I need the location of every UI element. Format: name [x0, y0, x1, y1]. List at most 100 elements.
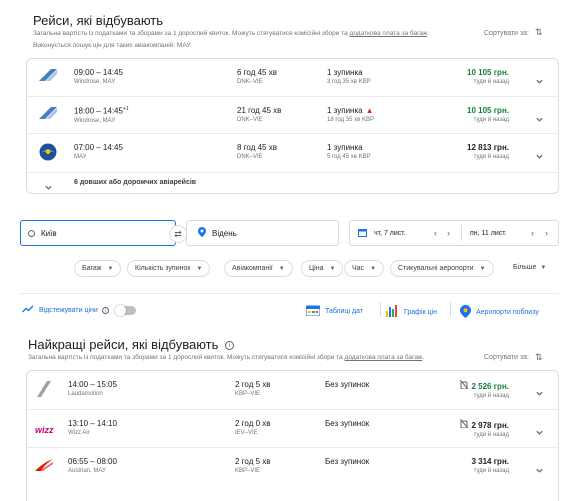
calendar-icon — [358, 228, 367, 239]
next-day-marker: +1 — [122, 106, 129, 112]
info-icon[interactable]: i — [225, 341, 235, 351]
filter-chip-label: Ціна — [309, 265, 324, 272]
flight-price: 10 105 грн. — [467, 106, 509, 115]
chevron-down-icon[interactable] — [535, 148, 544, 159]
flight-duration: 2 год 0 хв — [235, 419, 271, 428]
best-flights-card: 14:00 – 15:05 Laudamotion 2 год 5 хв KBP–VI… — [26, 370, 559, 501]
stops-cell: Без зупинок — [325, 419, 369, 428]
return-date: пн, 11 лист. — [470, 229, 507, 237]
stops-cell: Без зупинок — [325, 457, 369, 466]
duration-cell: 21 год 45 хв DNK–VIE — [237, 106, 281, 123]
chevron-down-icon[interactable] — [535, 385, 544, 396]
flight-duration: 2 год 5 хв — [235, 457, 271, 466]
price-note: туди й назад — [473, 468, 509, 474]
map-pin-icon — [460, 305, 471, 320]
more-flights-row[interactable]: 6 довших або дорожчих авіарейсів — [27, 172, 558, 194]
flight-row[interactable]: 09:00 – 14:45 Windrose, МАУ 6 год 45 хв DNK… — [27, 59, 558, 96]
caret-down-icon: ▼ — [479, 265, 486, 272]
more-filters-button[interactable]: Більше ▼ — [513, 264, 546, 271]
flight-row[interactable]: 14:00 – 15:05 Laudamotion 2 год 5 хв KBP–VI… — [27, 371, 558, 409]
chevron-down-icon[interactable] — [535, 462, 544, 473]
price-cell: 2 526 грн. туди й назад — [460, 379, 509, 399]
filter-chip[interactable]: Авіакомпанії ▼ — [224, 260, 293, 277]
airline-name: Wizz Air — [68, 430, 90, 436]
filter-chip[interactable]: Багаж ▼ — [74, 260, 122, 277]
stops-cell: 1 зупинка ▲ 18 год 35 хв KBP — [327, 106, 374, 123]
flight-row[interactable]: wizz 13:10 – 14:10 Wizz Air 2 год 0 хв IEV–V… — [27, 409, 558, 447]
caret-down-icon: ▼ — [278, 265, 285, 272]
next-depart-icon[interactable]: › — [447, 228, 450, 238]
price-cell: 12 813 грн. туди й назад — [467, 143, 509, 160]
duration-cell: 2 год 5 хв KBP–VIE — [235, 380, 271, 397]
swap-icon[interactable]: ⇄ — [169, 225, 187, 243]
flight-route: DNK–VIE — [237, 154, 263, 160]
best-section-title: Найкращі рейси, які відбувають i — [28, 337, 235, 352]
wizz-air-logo: wizz — [35, 425, 54, 435]
flight-row[interactable]: 07:00 – 14:45 МАУ 8 год 45 хв DNK–VIE 1 зупи… — [27, 133, 558, 170]
stops-cell: 1 зупинка 3 год 35 хв KBP — [327, 68, 371, 85]
mau-emblem-icon — [39, 143, 57, 166]
baggage-fee-link[interactable]: додаткова плата за багаж — [345, 354, 423, 361]
origin-field[interactable]: Київ — [20, 220, 176, 246]
nearby-airports-button[interactable]: Аеропорти поблизу — [460, 305, 539, 320]
next-return-icon[interactable]: › — [545, 228, 548, 238]
section-title: Рейси, які відбувають — [33, 13, 164, 28]
destination-field[interactable]: Відень — [186, 220, 339, 246]
track-prices-toggle-group: Відстежувати ціни i — [22, 304, 136, 316]
tool-divider — [450, 302, 451, 317]
price-graph-icon — [386, 305, 399, 319]
flight-price: 10 105 грн. — [467, 68, 509, 77]
stops-count: 1 зупинка — [327, 68, 363, 77]
flight-times-cell: 13:10 – 14:10 Wizz Air — [68, 419, 117, 436]
best-price-disclaimer: Загальна вартість із податками та зборам… — [28, 354, 425, 361]
flight-route: DNK–VIE — [237, 79, 263, 85]
sort-icon[interactable]: ⇅ — [535, 352, 543, 363]
filter-chip[interactable]: Ціна ▼ — [301, 260, 344, 277]
stops-count: Без зупинок — [325, 419, 370, 428]
flight-row[interactable]: 18:00 – 14:45+1 Windrose, МАУ 21 год 45 хв… — [27, 96, 558, 133]
mau-wing-icon — [39, 106, 57, 124]
flight-times: 18:00 – 14:45+1 — [74, 106, 129, 116]
flight-duration: 8 год 45 хв — [237, 143, 277, 152]
chevron-down-icon[interactable] — [535, 73, 544, 84]
airline-name: МАУ — [74, 154, 87, 160]
location-pin-icon — [198, 227, 206, 239]
date-grid-button[interactable]: Таблиці дат — [305, 305, 363, 318]
flight-price: 3 314 грн. — [471, 457, 509, 466]
date-grid-icon — [305, 305, 321, 318]
stops-cell: 1 зупинка 5 год 45 хв KBP — [327, 143, 371, 160]
flight-duration: 21 год 45 хв — [237, 106, 282, 115]
date-divider — [461, 225, 462, 241]
date-picker[interactable]: чт, 7 лист. ‹ › пн, 11 лист. ‹ › — [349, 220, 559, 246]
laudamotion-icon — [35, 381, 51, 402]
price-graph-button[interactable]: Графік цін — [386, 305, 437, 319]
filter-chip[interactable]: Час ▼ — [344, 260, 385, 277]
sort-label: Сортувати за: — [484, 30, 529, 37]
flight-price: 12 813 грн. — [467, 143, 509, 152]
flight-route: KBP–VIE — [235, 391, 261, 397]
prev-return-icon[interactable]: ‹ — [531, 228, 534, 238]
price-cell: 2 978 грн. туди й назад — [460, 418, 509, 438]
info-icon[interactable]: i — [101, 306, 109, 314]
chevron-down-icon[interactable] — [535, 111, 544, 122]
filter-chip[interactable]: Кількість зупинок ▼ — [127, 260, 211, 277]
stops-count: 1 зупинка — [327, 143, 363, 152]
prev-depart-icon[interactable]: ‹ — [434, 228, 437, 238]
warning-icon: ▲ — [365, 106, 374, 115]
no-carry-on-bag-icon — [460, 418, 469, 430]
airline-name: Austrian, МАУ — [68, 468, 106, 474]
trend-icon — [22, 305, 34, 315]
chevron-down-icon[interactable] — [535, 424, 544, 435]
track-prices-switch[interactable] — [114, 304, 136, 316]
divider — [20, 293, 559, 294]
filter-chip[interactable]: Стикувальні аеропорти ▼ — [390, 260, 494, 277]
duration-cell: 2 год 5 хв KBP–VIE — [235, 457, 271, 474]
flight-row[interactable]: 06:55 – 08:00 Austrian, МАУ 2 год 5 хв KBP–… — [27, 447, 558, 485]
baggage-fee-link[interactable]: додаткова плата за багаж — [350, 30, 428, 37]
origin-value: Київ — [41, 228, 57, 238]
price-cell: 3 314 грн. туди й назад — [471, 457, 509, 474]
filter-chip-label: Авіакомпанії — [232, 265, 273, 272]
sort-icon[interactable]: ⇅ — [535, 27, 543, 38]
sort-label: Сортувати за: — [484, 354, 529, 361]
caret-down-icon: ▼ — [370, 265, 377, 272]
